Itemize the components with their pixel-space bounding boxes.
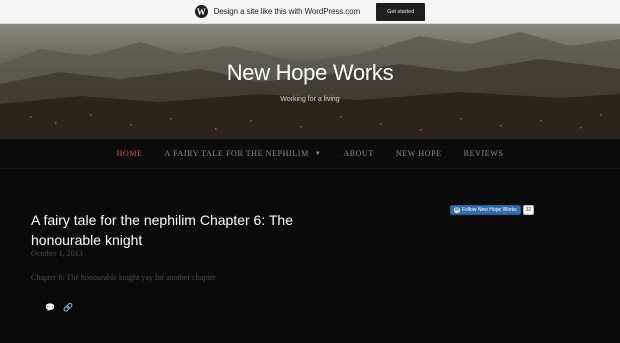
nav-item-label: A FAIRY TALE FOR THE NEPHILIM: [164, 149, 309, 158]
wordpress-logo-icon[interactable]: W: [194, 5, 208, 18]
nav-item-label: REVIEWS: [463, 149, 504, 158]
follow-widget: W Follow New Hope Works 32: [450, 205, 535, 215]
get-started-button[interactable]: Get started: [376, 2, 426, 21]
follow-button[interactable]: W Follow New Hope Works: [450, 205, 521, 215]
post-meta: 💬 🔗: [45, 303, 73, 312]
nav-item-home[interactable]: HOME: [117, 149, 143, 158]
nav-item-label: HOME: [116, 149, 143, 158]
nav-item-about[interactable]: ABOUT: [343, 149, 374, 158]
follower-count: 32: [522, 205, 535, 215]
nav-item-reviews[interactable]: REVIEWS: [464, 149, 504, 158]
post-date[interactable]: October 1, 2013: [31, 249, 83, 258]
header-image: New Hope Works Working for a living: [0, 24, 620, 139]
nav-item-new-hope[interactable]: NEW HOPE: [396, 149, 442, 158]
post-excerpt: Chapter 6: The honourable knight yay for…: [31, 273, 216, 282]
post-title[interactable]: A fairy tale for the nephilim Chapter 6:…: [31, 210, 331, 250]
wordpress-promo-bar: W Design a site like this with WordPress…: [0, 0, 620, 24]
comment-icon[interactable]: 💬: [45, 303, 55, 312]
wordpress-logo-icon: W: [454, 207, 460, 213]
nav-item-label: ABOUT: [343, 149, 374, 158]
site-title[interactable]: New Hope Works: [0, 60, 620, 86]
dropdown-caret-icon: ▼: [314, 150, 322, 157]
nav-item-label: NEW HOPE: [395, 149, 442, 158]
main-navigation: HOME A FAIRY TALE FOR THE NEPHILIM ▼ ABOU…: [0, 139, 620, 169]
site-description: Working for a living: [280, 96, 340, 103]
wordpress-promo-text[interactable]: Design a site like this with WordPress.c…: [214, 7, 360, 16]
follow-button-label: Follow New Hope Works: [462, 207, 517, 213]
nav-item-fairy-tale[interactable]: A FAIRY TALE FOR THE NEPHILIM ▼: [165, 149, 322, 158]
permalink-icon[interactable]: 🔗: [63, 303, 73, 312]
